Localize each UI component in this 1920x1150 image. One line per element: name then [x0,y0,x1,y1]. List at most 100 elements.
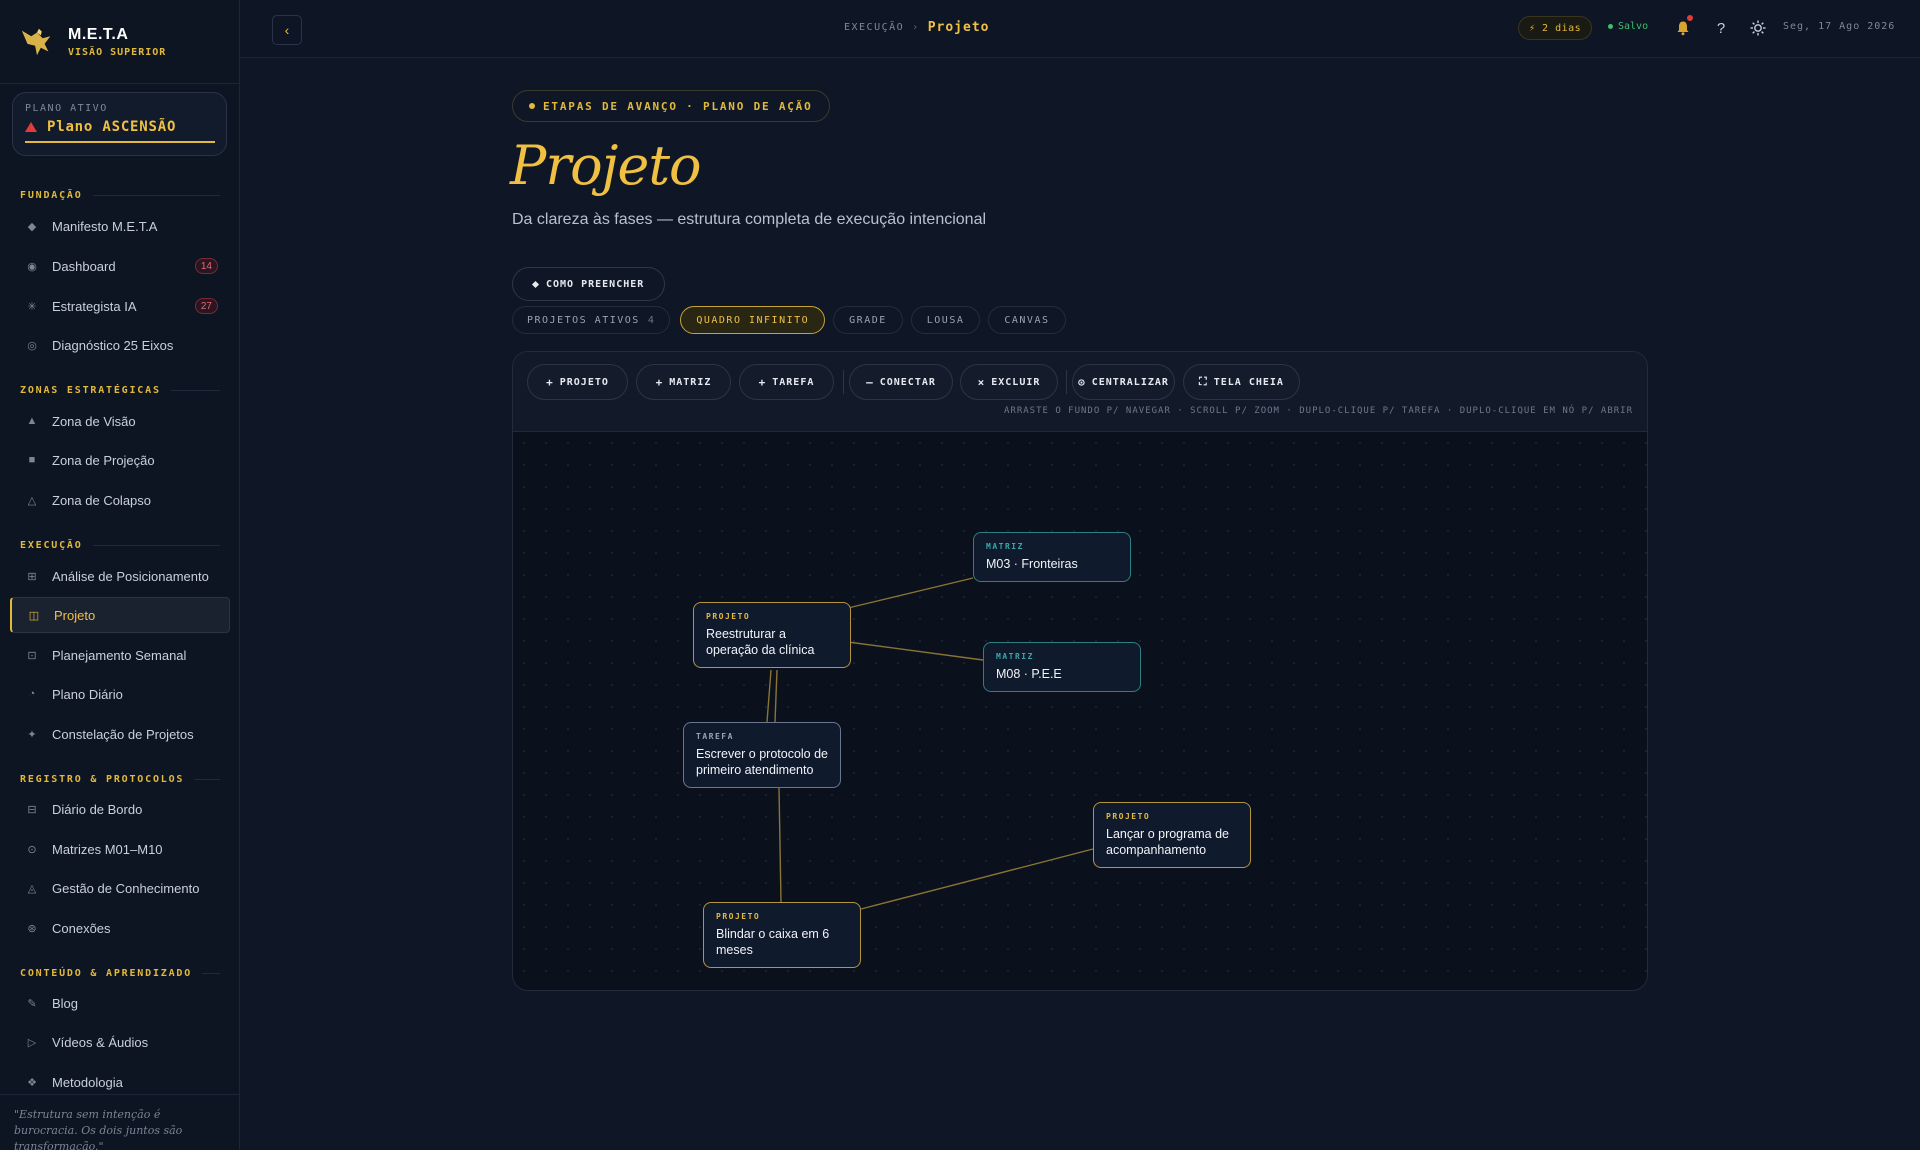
brand[interactable]: M.E.T.A VISÃO SUPERIOR [0,0,239,84]
sidebar-item-plano-diario[interactable]: ◔ Plano Diário [10,676,230,712]
section-registro: REGISTRO & PROTOCOLOS [20,774,220,785]
active-plan-card[interactable]: PLANO ATIVO Plano ASCENSÃO [12,92,227,156]
clock-icon: ◔ [28,688,36,700]
help-button[interactable]: ? [1709,16,1733,40]
board-canvas[interactable]: MATRIZ M03 · Fronteiras PROJETO Reestrut… [513,432,1647,990]
sidebar-item-blog[interactable]: ✎ Blog [10,985,230,1021]
sidebar-item-zona-projecao[interactable]: ■ Zona de Projeção [10,442,230,478]
sidebar-item-matrizes[interactable]: ⊙ Matrizes M01–M10 [10,831,230,867]
connect-button[interactable]: – CONECTAR [849,364,953,400]
active-projects-filter[interactable]: PROJETOS ATIVOS 4 [512,306,671,334]
toolbar-divider [843,370,844,394]
target-icon: ⊙ [1078,375,1086,389]
node-tarefa-protocolo[interactable]: TAREFA Escrever o protocolo de primeiro … [683,722,841,788]
plus-icon: + [655,375,664,389]
brand-subtitle: VISÃO SUPERIOR [68,46,167,58]
node-type: PROJETO [1106,812,1151,821]
sparkle-icon: ✳ [27,300,37,313]
connection-line [847,641,984,661]
eyebrow-pill: ETAPAS DE AVANÇO · PLANO DE AÇÃO [512,90,830,122]
view-tabs: PROJETOS ATIVOS 4 QUADRO INFINITO GRADE L… [512,306,1074,334]
connection-line [847,577,974,609]
notification-dot [1687,15,1693,21]
notifications-button[interactable] [1671,15,1695,40]
add-project-button[interactable]: + PROJETO [527,364,628,400]
sidebar-item-projeto[interactable]: ◫ Projeto [10,597,230,633]
square-icon: ■ [28,454,36,466]
connection-line [766,669,772,723]
connection-line [778,787,782,903]
sidebar-item-videos[interactable]: ▷ Vídeos & Áudios [10,1024,230,1060]
close-icon: × [977,375,986,389]
triangle-icon: ▲ [26,415,38,427]
delete-button[interactable]: × EXCLUIR [960,364,1058,400]
active-projects-count: 4 [647,314,656,326]
sidebar-item-planejamento[interactable]: ⊡ Planejamento Semanal [10,637,230,673]
add-matrix-button[interactable]: + MATRIZ [636,364,731,400]
sidebar-item-zona-colapso[interactable]: △ Zona de Colapso [10,482,230,518]
center-button[interactable]: ⊙ CENTRALIZAR [1072,364,1175,400]
tab-lousa[interactable]: LOUSA [910,306,981,334]
sun-icon [1750,20,1766,36]
breadcrumb-separator: › [912,22,920,33]
brand-name: M.E.T.A [68,25,129,43]
section-execucao: EXECUÇÃO [20,540,220,551]
sidebar-item-zona-visao[interactable]: ▲ Zona de Visão [10,403,230,439]
add-task-button[interactable]: + TAREFA [739,364,834,400]
node-matriz-m08[interactable]: MATRIZ M08 · P.E.E [983,642,1141,692]
node-type: PROJETO [716,912,761,921]
how-to-fill-button[interactable]: COMO PREENCHER [512,267,666,301]
play-icon: ▷ [27,1036,37,1049]
sidebar-item-diario[interactable]: ⊟ Diário de Bordo [10,791,230,827]
node-projeto-lancar[interactable]: PROJETO Lançar o programa de acompanhame… [1093,802,1251,868]
target-icon: ◎ [27,339,37,352]
sidebar: M.E.T.A VISÃO SUPERIOR PLANO ATIVO Plano… [0,0,240,1150]
sidebar-item-dashboard[interactable]: ◉ Dashboard 14 [10,248,230,284]
current-date: Seg, 17 Ago 2026 [1783,21,1896,32]
count-badge: 27 [194,298,218,314]
node-type: MATRIZ [986,542,1024,551]
board-hint: ARRASTE O FUNDO P/ NAVEGAR · SCROLL P/ Z… [1003,406,1633,416]
network-icon: ⊛ [27,922,37,935]
eagle-logo-icon [21,28,51,55]
plan-progress-bar [25,141,215,143]
breadcrumb-current: Projeto [927,20,990,35]
toolbar-divider [1066,370,1067,394]
infinite-board: + PROJETO + MATRIZ + TAREFA – CONECTAR × EXCL… [512,351,1648,991]
dot-icon [529,103,535,109]
sidebar-item-diagnostico[interactable]: ◎ Diagnóstico 25 Eixos [10,327,230,363]
sidebar-item-conexoes[interactable]: ⊛ Conexões [10,910,230,946]
sidebar-item-manifesto[interactable]: ◆ Manifesto M.E.T.A [10,208,230,244]
link-icon: – [866,375,874,389]
sidebar-item-analise[interactable]: ⊞ Análise de Posicionamento [10,558,230,594]
sidebar-item-estrategista[interactable]: ✳ Estrategista IA 27 [10,288,230,324]
node-type: PROJETO [706,612,751,621]
plus-icon: + [758,375,767,389]
theme-toggle-button[interactable] [1746,16,1770,40]
fullscreen-button[interactable]: ⛶ TELA CHEIA [1183,364,1300,400]
connection-line [860,848,1094,910]
node-text: M03 · Fronteiras [986,557,1078,571]
board-toolbar: + PROJETO + MATRIZ + TAREFA – CONECTAR × EXCL… [513,352,1647,432]
sidebar-item-constelacao[interactable]: ✦ Constelação de Projetos [10,716,230,752]
page-title: Projeto [510,134,702,197]
streak-badge: ⚡ 2 dias [1518,16,1593,40]
breadcrumb-parent[interactable]: EXECUÇÃO [844,22,904,33]
pencil-icon: ✎ [27,997,37,1010]
node-text: Reestruturar a operação da clínica [706,627,815,657]
node-text: Blindar o caixa em 6 meses [716,927,830,957]
tab-canvas[interactable]: CANVAS [988,306,1066,334]
node-text: Lançar o programa de acompanhamento [1106,827,1229,857]
count-badge: 14 [194,258,218,274]
sidebar-item-gestao[interactable]: ◬ Gestão de Conhecimento [10,870,230,906]
node-projeto-reestruturar[interactable]: PROJETO Reestruturar a operação da clíni… [693,602,851,668]
node-matriz-m03[interactable]: MATRIZ M03 · Fronteiras [973,532,1131,582]
status-dot [1608,24,1613,29]
tab-grade[interactable]: GRADE [833,306,903,334]
node-projeto-blindar[interactable]: PROJETO Blindar o caixa em 6 meses [703,902,861,968]
tab-quadro-infinito[interactable]: QUADRO INFINITO [680,306,826,334]
plan-name: Plano ASCENSÃO [47,119,177,135]
node-type: TAREFA [696,732,734,741]
collapse-sidebar-button[interactable]: ‹ [272,15,302,45]
section-zonas: ZONAS ESTRATÉGICAS [20,385,220,396]
